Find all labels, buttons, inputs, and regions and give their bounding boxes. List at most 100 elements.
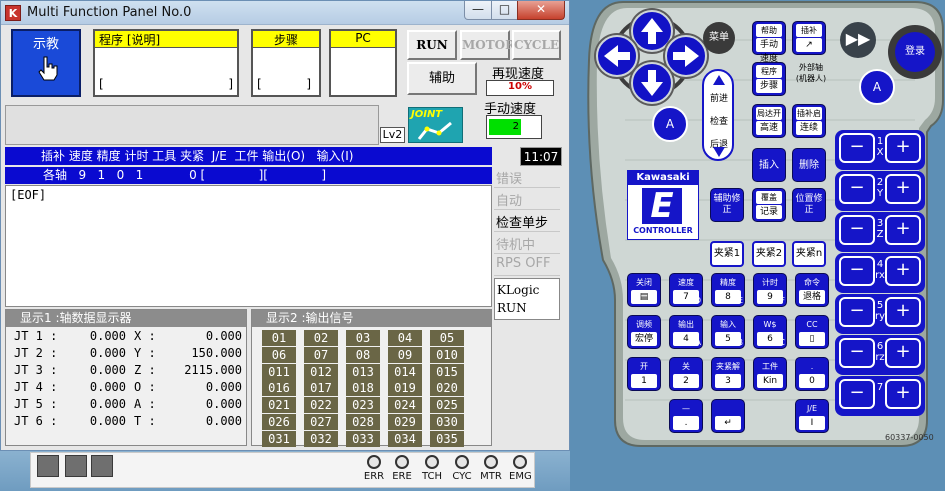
mode-label: 示教 (32, 37, 59, 52)
key-cap: 输出 (678, 320, 694, 329)
minimize-button[interactable]: — (464, 1, 492, 20)
arrow-right-button[interactable] (665, 35, 707, 77)
keypad-key[interactable]: 调频 宏停 (627, 315, 661, 349)
keypad-key[interactable]: 关闭 ▤ (627, 273, 661, 307)
clock: 11:07 (520, 147, 562, 166)
jog-minus-button[interactable]: − (839, 215, 875, 245)
clamp1-key[interactable]: 夹紧1 (710, 241, 744, 267)
interp-cap: 插补 (796, 24, 822, 37)
axis-number: 4 rx (873, 259, 887, 281)
joint-mode-icon[interactable]: JOINT (408, 107, 463, 143)
motor-button[interactable]: MOTOR (460, 30, 515, 60)
jog-plus-button[interactable]: + (885, 379, 921, 409)
pc-field[interactable]: PC (329, 29, 397, 97)
cycle-button[interactable]: CYCLE (512, 30, 561, 60)
delete-key[interactable]: 删除 (792, 148, 826, 182)
record-key[interactable]: 覆盖 记录 (752, 188, 786, 222)
lamp-toolbar: ERR ERE TCH CYC MTR EMG (30, 452, 535, 488)
keypad-key[interactable]: 精度 8 E (711, 273, 745, 307)
replay-speed-indicator[interactable]: 10% (486, 80, 554, 96)
jog-minus-button[interactable]: − (839, 133, 875, 163)
jog-plus-button[interactable]: + (885, 174, 921, 204)
external-axis-key[interactable]: 外部轴 (机器人) (792, 62, 830, 96)
status-auto: 自动 (494, 190, 560, 210)
continuous-key[interactable]: 插补启动连续 (792, 104, 826, 138)
aux-modify-key[interactable]: 辅助修正 (710, 188, 744, 222)
jog-plus-button[interactable]: + (885, 297, 921, 327)
a-button-right[interactable]: A (859, 69, 895, 105)
program-bracket-open: [ (99, 77, 104, 91)
program-label: 程序 [说明] (95, 31, 237, 48)
key-cap: 夹紧解除 (716, 362, 740, 384)
program-key[interactable]: 程序 步骤 (752, 62, 786, 96)
teach-pendant: 菜单 A 前进 检查 后退 帮助 手动速度 插补 ↗ 程序 步骤 外部轴 (机器人) 局… (585, 0, 945, 451)
keypad-key[interactable]: 计时 9 F (753, 273, 787, 307)
arrow-down-button[interactable] (631, 62, 673, 104)
output-signal: 011 (262, 363, 296, 380)
keypad-key[interactable]: 夹紧解除3 (711, 357, 745, 391)
status-check-step: 检查单步 (494, 212, 560, 232)
step-field[interactable]: 步骤 [ ] (251, 29, 321, 97)
output-signal: 029 (388, 414, 422, 430)
keypad-key[interactable]: —. (669, 399, 703, 433)
fast-forward-button[interactable]: ▶▶ (840, 22, 876, 58)
help-key[interactable]: 帮助 手动速度 (752, 21, 786, 64)
keypad-key[interactable]: 工件 Kin (753, 357, 787, 391)
keypad-key[interactable]: 开1 (627, 357, 661, 391)
maximize-button[interactable]: □ (491, 1, 518, 20)
jog-minus-button[interactable]: − (839, 174, 875, 204)
jog-plus-button[interactable]: + (885, 256, 921, 286)
position-modify-key[interactable]: 位置修正 (792, 188, 826, 222)
program-listing[interactable]: [EOF] (5, 185, 492, 307)
jog-minus-button[interactable]: − (839, 379, 875, 409)
keypad-key[interactable]: 速度 7 D (669, 273, 703, 307)
keypad-key[interactable]: 输入 5 B (711, 315, 745, 349)
fast-forward-icon: ▶▶ (845, 29, 871, 48)
a-button-left[interactable]: A (652, 106, 688, 142)
keypad-key[interactable]: CC ▯ (795, 315, 829, 349)
jog-minus-button[interactable]: − (839, 338, 875, 368)
tool-icon[interactable] (91, 455, 113, 477)
close-button[interactable]: ✕ (517, 1, 565, 20)
manual-speed-indicator[interactable]: 2 (486, 115, 542, 139)
login-button[interactable]: 登录 (895, 32, 935, 72)
keypad-key[interactable]: 输出 4 A (669, 315, 703, 349)
jog-plus-button[interactable]: + (885, 215, 921, 245)
jog-plus-button[interactable]: + (885, 133, 921, 163)
axis-number: 5 ry (873, 300, 887, 322)
keypad-key[interactable]: ↵ (711, 399, 745, 433)
clampn-key[interactable]: 夹紧n (792, 241, 826, 267)
keypad-key[interactable]: J/E I (795, 399, 829, 433)
tool-icon[interactable] (65, 455, 87, 477)
keypad-key[interactable]: 关2 (669, 357, 703, 391)
program-field[interactable]: 程序 [说明] [ ] (93, 29, 239, 97)
axis-value: 150.000 (191, 346, 242, 360)
jog-minus-button[interactable]: − (839, 256, 875, 286)
interpolation-key[interactable]: 插补 ↗ (792, 21, 826, 55)
teach-mode-button[interactable]: 示教 (11, 29, 81, 97)
arrow-right-icon (673, 45, 699, 67)
keypad-key[interactable]: 命令 退格 (795, 273, 829, 307)
aux-button[interactable]: 辅助 (407, 62, 477, 95)
run-button[interactable]: RUN (407, 30, 457, 60)
jog-plus-button[interactable]: + (885, 338, 921, 368)
title-bar[interactable]: K Multi Function Panel No.0 — □ ✕ (1, 1, 569, 25)
output-signal: 018 (346, 380, 380, 397)
output-signal: 026 (262, 414, 296, 430)
arrow-left-button[interactable] (596, 35, 638, 77)
key-cap: CC (806, 320, 818, 329)
tool-icon[interactable] (37, 455, 59, 477)
key-label: I (799, 416, 825, 430)
clamp2-key[interactable]: 夹紧2 (752, 241, 786, 267)
high-speed-key[interactable]: 局达开 高速 (752, 104, 786, 138)
key-hex: E (737, 296, 743, 305)
menu-button[interactable]: 菜单 (703, 22, 735, 54)
axis-index: 5 (876, 300, 884, 311)
keypad-key[interactable]: .0 (795, 357, 829, 391)
insert-key[interactable]: 插入 (752, 148, 786, 182)
display2-title: 显示2 :输出信号 (252, 310, 491, 327)
jog-minus-button[interactable]: − (839, 297, 875, 327)
joint-value: 0.000 (89, 346, 126, 360)
manual-speed-sub: 手动速度 (756, 38, 782, 64)
keypad-key[interactable]: W$ 6 C (753, 315, 787, 349)
